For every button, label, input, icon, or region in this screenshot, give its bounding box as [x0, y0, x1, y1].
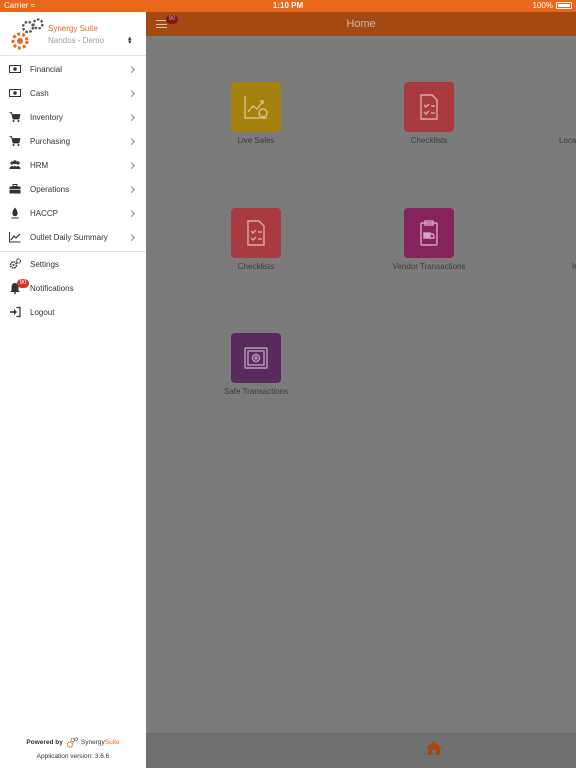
tile-safe-transactions[interactable]: Safe Transactions	[196, 333, 316, 396]
briefcase-icon	[8, 182, 22, 196]
menu-item-hrm[interactable]: HRM	[0, 153, 146, 177]
tile-checklists-2[interactable]: Checklists	[196, 208, 316, 271]
menu-item-outlet-daily-summary[interactable]: Outlet Daily Summary	[0, 225, 146, 249]
menu-label: Cash	[30, 88, 49, 98]
chevron-right-icon	[127, 137, 136, 145]
menu-label: HACCP	[30, 208, 59, 218]
menu-label: HRM	[30, 160, 49, 170]
cart-icon	[8, 110, 22, 124]
top-navbar: 90 Home	[146, 12, 576, 36]
chevron-right-icon	[127, 161, 136, 169]
synergy-mini-logo-icon	[66, 737, 78, 748]
menu-item-financial[interactable]: Financial	[0, 57, 146, 81]
side-drawer: Synergy Suite Nandos - Demo ▴ ▾ Financial…	[0, 12, 146, 768]
users-icon	[8, 158, 22, 172]
menu-item-haccp[interactable]: HACCP	[0, 201, 146, 225]
logout-icon	[8, 305, 22, 319]
safe-icon	[231, 333, 281, 383]
menu-item-operations[interactable]: Operations	[0, 177, 146, 201]
tile-live-sales[interactable]: Live Sales	[196, 82, 316, 145]
chevron-right-icon	[127, 209, 136, 217]
organization-name[interactable]: Nandos - Demo	[48, 36, 104, 45]
status-bar: Carrier ≈ 1:10 PM 100%	[0, 0, 576, 12]
thermometer-icon	[8, 206, 22, 220]
tile-checklists[interactable]: Checklists	[369, 82, 489, 145]
menu-item-notifications[interactable]: 90 Notifications	[0, 276, 146, 300]
money-icon	[8, 86, 22, 100]
battery-indicator: 100%	[533, 1, 572, 10]
tile-label: Checklists	[237, 262, 275, 271]
tile-vendor-transactions[interactable]: Vendor Transactions	[369, 208, 489, 271]
chevron-right-icon	[127, 113, 136, 121]
battery-icon	[556, 2, 572, 9]
tile-label: Vendor Transactions	[392, 262, 466, 271]
menu-label: Financial	[30, 64, 63, 74]
clipboard-truck-icon	[404, 208, 454, 258]
synergy-logo-icon	[11, 18, 44, 50]
menu-label: Notifications	[30, 283, 74, 293]
powered-by-label: Powered by	[26, 739, 63, 746]
tile-inventory[interactable]: In	[526, 208, 576, 271]
menu-label: Outlet Daily Summary	[30, 232, 108, 242]
tile-label: Safe Transactions	[223, 387, 289, 396]
page-title: Home	[346, 18, 376, 30]
tile-label: Live Sales	[237, 136, 275, 145]
app-version: Application version: 3.6.6	[36, 753, 110, 760]
menu-item-cash[interactable]: Cash	[0, 81, 146, 105]
main-content: 90 Home Live Sales Checklists Loca Check…	[146, 12, 576, 768]
menu-item-inventory[interactable]: Inventory	[0, 105, 146, 129]
menu-item-settings[interactable]: Settings	[0, 252, 146, 276]
chevron-right-icon	[127, 233, 136, 241]
menu-label: Operations	[30, 184, 70, 194]
line-chart-icon	[8, 230, 22, 244]
brand-name: Synergy Suite	[48, 24, 98, 33]
organization-select-icon[interactable]: ▴ ▾	[128, 35, 132, 46]
menu-item-logout[interactable]: Logout	[0, 300, 146, 324]
bottom-tab-bar	[146, 733, 576, 768]
cart-icon	[8, 134, 22, 148]
chevron-right-icon	[127, 65, 136, 73]
tile-locations[interactable]: Loca	[526, 82, 576, 145]
clock: 1:10 PM	[272, 1, 304, 10]
gears-icon	[8, 257, 22, 271]
checklist-icon	[231, 208, 281, 258]
tile-label: Loca	[559, 136, 576, 145]
menu-label: Inventory	[30, 112, 63, 122]
tile-label: Checklists	[410, 136, 448, 145]
notifications-badge: 90	[17, 279, 29, 288]
menu-label: Settings	[30, 259, 59, 269]
menu-label: Purchasing	[30, 136, 71, 146]
drawer-header: Synergy Suite Nandos - Demo ▴ ▾	[0, 12, 146, 56]
tile-label: In	[572, 262, 576, 271]
chevron-right-icon	[127, 185, 136, 193]
chart-icon	[231, 82, 281, 132]
footer-brand: SynergySuite	[80, 739, 120, 746]
home-icon[interactable]	[425, 740, 443, 756]
drawer-footer: Powered by SynergySuite Application vers…	[0, 737, 146, 760]
menu-label: Logout	[30, 307, 55, 317]
menu-item-purchasing[interactable]: Purchasing	[0, 129, 146, 153]
chevron-right-icon	[127, 89, 136, 97]
money-icon	[8, 62, 22, 76]
checklist-icon	[404, 82, 454, 132]
